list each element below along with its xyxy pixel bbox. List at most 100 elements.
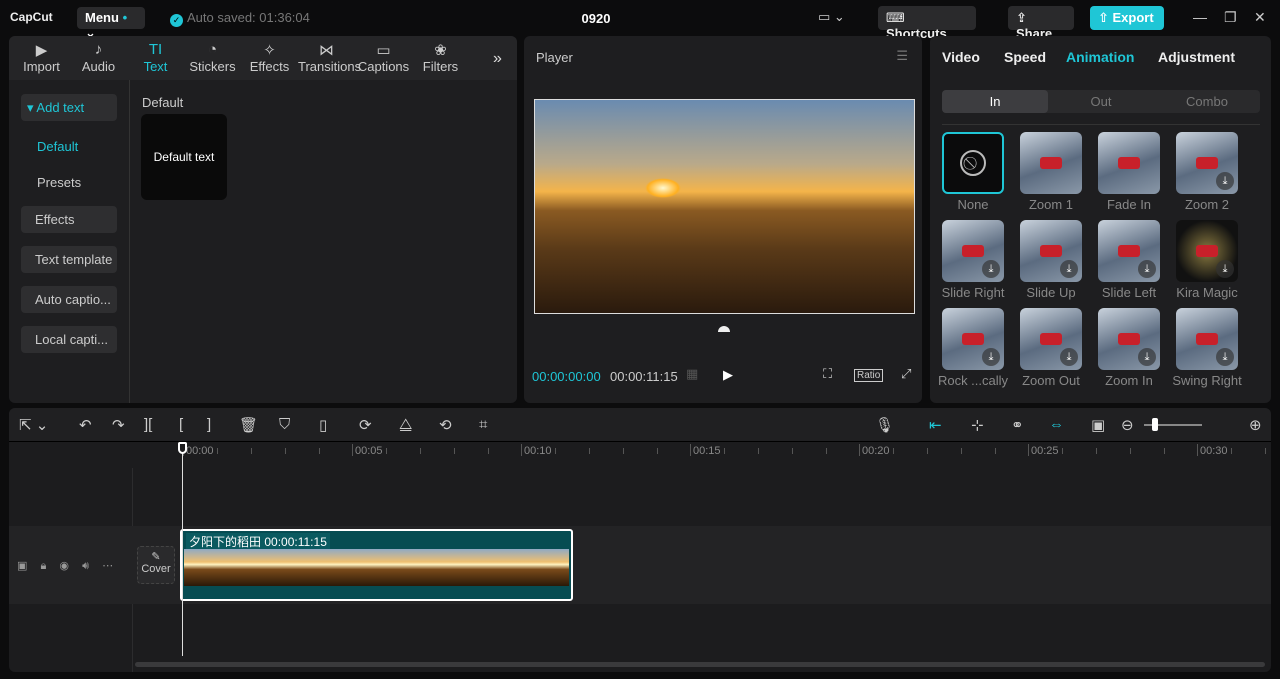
tab-import[interactable]: ▶ Import — [13, 36, 70, 80]
segment-combo[interactable]: Combo — [1154, 90, 1260, 113]
animation-slide-up[interactable]: ⤓ — [1020, 220, 1082, 282]
split-track-icon[interactable]: ⊹ — [971, 416, 984, 434]
link-icon[interactable]: ⚭ — [1011, 416, 1024, 434]
animation-fade-in[interactable] — [1098, 132, 1160, 194]
default-text-card[interactable]: Default text — [141, 114, 227, 200]
tab-video[interactable]: Video — [942, 49, 980, 65]
marker-icon[interactable]: ⛉ — [279, 416, 290, 433]
reverse-icon[interactable]: ⟳ — [359, 416, 372, 434]
tab-stickers[interactable]: ◔ Stickers — [184, 36, 241, 80]
menu-button[interactable]: Menu • ⌄ — [77, 7, 145, 40]
mirror-icon[interactable]: ⧋ — [399, 416, 412, 433]
redo-icon[interactable]: ↷ — [112, 416, 125, 434]
auto-saved-status: ✓ Auto saved: 01:36:04 — [170, 10, 310, 27]
tab-audio[interactable]: ♪ Audio — [70, 36, 127, 80]
animation-label: Fade In — [1106, 197, 1152, 212]
undo-icon[interactable]: ↶ — [79, 416, 92, 434]
download-icon[interactable]: ⤓ — [1216, 260, 1234, 278]
crop-icon[interactable]: ⌗ — [479, 416, 487, 433]
nav-text-template[interactable]: Text template — [21, 246, 117, 273]
tab-filters[interactable]: ❀ Filters — [412, 36, 469, 80]
maximize-icon[interactable]: ❐ — [1224, 9, 1237, 26]
video-clip[interactable]: 夕阳下的稻田 00:00:11:15 — [180, 529, 573, 601]
tab-effects[interactable]: ✧ Effects — [241, 36, 298, 80]
shortcuts-button[interactable]: ⌨ Shortcuts — [878, 6, 976, 41]
animation-rock-cally[interactable]: ⤓ — [942, 308, 1004, 370]
download-icon[interactable]: ⤓ — [1060, 348, 1078, 366]
horizontal-scrollbar[interactable] — [135, 662, 1265, 667]
lock-icon[interactable]: 🔒︎ — [40, 560, 46, 572]
download-icon[interactable]: ⤓ — [982, 260, 1000, 278]
microphone-icon[interactable]: 🎙︎ — [875, 416, 894, 434]
freeze-icon[interactable]: ▯ — [319, 416, 327, 434]
add-text-button[interactable]: ▾ Add text — [21, 94, 117, 121]
animation-swing-right[interactable]: ⤓ — [1176, 308, 1238, 370]
rotate-handle[interactable] — [718, 326, 730, 332]
split-icon[interactable]: ][ — [144, 416, 152, 433]
project-title[interactable]: 0920 — [560, 11, 632, 26]
tab-speed[interactable]: Speed — [1004, 49, 1046, 65]
tab-animation[interactable]: Animation — [1066, 49, 1134, 65]
ruler-tick — [488, 448, 489, 454]
download-icon[interactable]: ⤓ — [1138, 348, 1156, 366]
tab-text[interactable]: TI Text — [127, 36, 184, 80]
animation-slide-left[interactable]: ⤓ — [1098, 220, 1160, 282]
audio-icon[interactable]: 🔊︎ — [82, 560, 89, 572]
playhead-handle[interactable] — [178, 442, 187, 454]
nav-default[interactable]: Default — [37, 139, 78, 154]
playhead[interactable] — [182, 442, 183, 656]
delete-icon[interactable]: 🗑︎ — [239, 416, 258, 434]
eye-icon[interactable]: ◉ — [59, 560, 69, 572]
tab-transitions[interactable]: ⋈ Transitions — [298, 36, 361, 80]
animation-label: None — [957, 197, 989, 212]
nav-local-captions[interactable]: Local capti... — [21, 326, 117, 353]
fullscreen-fit-icon[interactable]: ⛶ — [823, 366, 832, 382]
ruler-tick — [961, 448, 962, 454]
track-thumbnail-icon[interactable]: ▣ — [17, 560, 27, 572]
play-icon[interactable]: ▶ — [723, 367, 733, 383]
video-preview[interactable] — [534, 99, 915, 314]
close-icon[interactable]: ✕ — [1254, 9, 1266, 26]
rotate-icon[interactable]: ⟲ — [439, 416, 452, 434]
divider — [942, 124, 1260, 125]
animation-zoom-2[interactable]: ⤓ — [1176, 132, 1238, 194]
download-icon[interactable]: ⤓ — [1138, 260, 1156, 278]
export-button[interactable]: ⇧ Export — [1090, 6, 1164, 30]
layout-icon[interactable]: ▭ ⌄ — [818, 9, 845, 25]
fullscreen-icon[interactable]: ⤢ — [901, 366, 911, 382]
more-tabs-icon[interactable]: » — [493, 50, 502, 68]
snap-icon[interactable]: ⇔ — [1049, 416, 1064, 433]
nav-auto-captions[interactable]: Auto captio... — [21, 286, 117, 313]
split-left-icon[interactable]: [ — [179, 416, 183, 433]
animation-none[interactable]: ⃠ — [942, 132, 1004, 194]
tab-captions[interactable]: ▭ Captions — [355, 36, 412, 80]
timeline-grid-icon[interactable]: ▦ — [686, 366, 698, 382]
zoom-out-icon[interactable]: ⊖ — [1121, 416, 1134, 434]
download-icon[interactable]: ⤓ — [1216, 172, 1234, 190]
tab-adjustment[interactable]: Adjustment — [1158, 49, 1235, 65]
cover-button[interactable]: ✎ Cover — [137, 546, 175, 584]
select-tool-icon[interactable]: ⇱ ⌄ — [19, 416, 48, 434]
download-icon[interactable]: ⤓ — [1216, 348, 1234, 366]
nav-effects[interactable]: Effects — [21, 206, 117, 233]
animation-kira-magic[interactable]: ⤓ — [1176, 220, 1238, 282]
animation-zoom-out[interactable]: ⤓ — [1020, 308, 1082, 370]
minimize-icon[interactable]: — — [1193, 9, 1207, 25]
ratio-button[interactable]: Ratio — [854, 369, 884, 382]
split-right-icon[interactable]: ] — [207, 416, 211, 433]
preview-icon[interactable]: ▣ — [1091, 416, 1105, 434]
link-left-icon[interactable]: ⇤ — [929, 416, 942, 434]
zoom-slider-handle[interactable] — [1152, 418, 1158, 431]
more-icon[interactable]: ⋯ — [102, 560, 113, 572]
animation-zoom-1[interactable] — [1020, 132, 1082, 194]
segment-out[interactable]: Out — [1048, 90, 1154, 113]
animation-slide-right[interactable]: ⤓ — [942, 220, 1004, 282]
animation-zoom-in[interactable]: ⤓ — [1098, 308, 1160, 370]
zoom-in-icon[interactable]: ⊕ — [1249, 416, 1262, 434]
nav-presets[interactable]: Presets — [37, 175, 81, 190]
segment-in[interactable]: In — [942, 90, 1048, 113]
download-icon[interactable]: ⤓ — [982, 348, 1000, 366]
share-button[interactable]: ⇪ Share — [1008, 6, 1074, 41]
download-icon[interactable]: ⤓ — [1060, 260, 1078, 278]
player-menu-icon[interactable]: ☰ — [896, 48, 908, 64]
